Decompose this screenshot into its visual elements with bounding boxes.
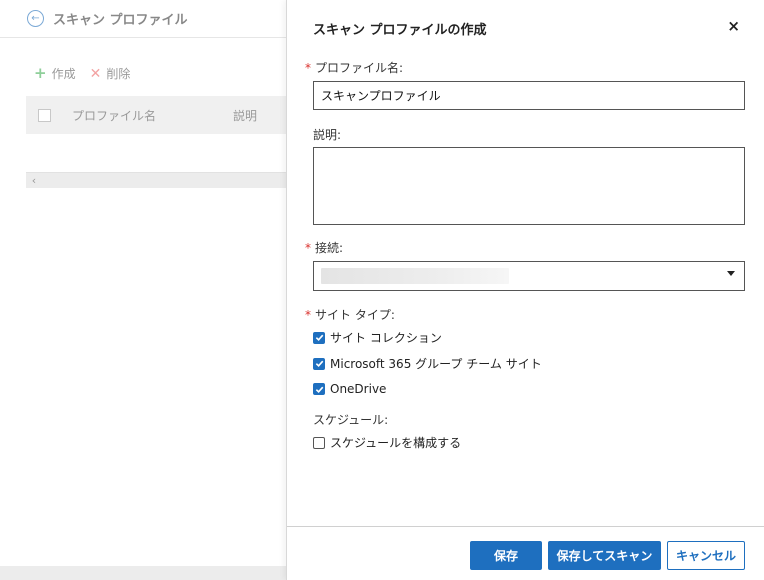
m365-group-team-site-checkbox-row[interactable]: Microsoft 365 グループ チーム サイト — [313, 355, 542, 372]
connection-select[interactable] — [313, 261, 745, 291]
connection-selected-value-redacted — [321, 268, 509, 284]
configure-schedule-checkbox-row[interactable]: スケジュールを構成する — [313, 434, 461, 451]
required-asterisk: * — [305, 308, 311, 322]
cancel-button[interactable]: キャンセル — [667, 541, 745, 570]
required-asterisk: * — [305, 61, 311, 75]
save-button[interactable]: 保存 — [470, 541, 542, 570]
site-type-label: * サイト タイプ: — [305, 308, 395, 322]
delete-label: 削除 — [106, 67, 131, 81]
column-header-description[interactable]: 説明 — [233, 107, 257, 124]
save-and-scan-button[interactable]: 保存してスキャン — [548, 541, 661, 570]
footer-divider — [287, 526, 764, 527]
checkbox-checked[interactable] — [313, 331, 325, 344]
delete-x-icon: ✕ — [89, 65, 102, 82]
checkbox-checked[interactable] — [313, 357, 325, 370]
schedule-label: スケジュール: — [313, 413, 389, 427]
create-profile-panel: スキャン プロファイルの作成 × *プロファイル名: 説明: *接続: *サイト… — [286, 0, 764, 580]
table-header: プロファイル名 説明 — [26, 96, 286, 134]
configure-schedule-label: スケジュールを構成する — [330, 436, 462, 450]
scroll-left-icon[interactable]: ‹ — [26, 174, 42, 187]
description-label: 説明: — [313, 128, 342, 142]
background-page: ← スキャン プロファイル + 作成 ✕ 削除 プロファイル名 説明 ‹ — [0, 0, 286, 580]
required-asterisk: * — [305, 241, 311, 255]
back-arrow-icon[interactable]: ← — [27, 10, 44, 27]
table-body — [26, 134, 286, 172]
profile-name-label: * プロファイル名: — [305, 61, 404, 75]
create-label: 作成 — [51, 67, 76, 81]
close-icon[interactable]: × — [727, 17, 740, 35]
column-header-name[interactable]: プロファイル名 — [72, 107, 233, 124]
background-header: ← スキャン プロファイル — [0, 0, 286, 38]
horizontal-scrollbar[interactable]: ‹ — [26, 172, 286, 188]
site-collection-checkbox-row[interactable]: サイト コレクション — [313, 329, 442, 346]
site-collection-label: サイト コレクション — [330, 331, 442, 345]
checkbox-unchecked[interactable] — [313, 436, 325, 449]
profile-name-input[interactable] — [313, 81, 745, 110]
onedrive-checkbox-row[interactable]: OneDrive — [313, 382, 386, 396]
panel-title: スキャン プロファイルの作成 — [313, 23, 487, 38]
profiles-table: プロファイル名 説明 ‹ — [26, 96, 286, 188]
page-horizontal-scrollbar[interactable] — [0, 566, 286, 580]
page-title: スキャン プロファイル — [53, 13, 188, 28]
create-button[interactable]: + 作成 — [34, 65, 76, 82]
m365-group-team-site-label: Microsoft 365 グループ チーム サイト — [330, 357, 542, 371]
connection-label: * 接続: — [305, 241, 344, 255]
onedrive-label: OneDrive — [330, 382, 387, 396]
plus-icon: + — [34, 64, 47, 82]
chevron-down-icon — [727, 271, 735, 276]
toolbar: + 作成 ✕ 削除 — [34, 65, 144, 82]
checkbox-checked[interactable] — [313, 383, 325, 395]
description-textarea[interactable] — [313, 147, 745, 225]
select-all-checkbox[interactable] — [38, 108, 51, 122]
delete-button[interactable]: ✕ 削除 — [90, 65, 131, 82]
